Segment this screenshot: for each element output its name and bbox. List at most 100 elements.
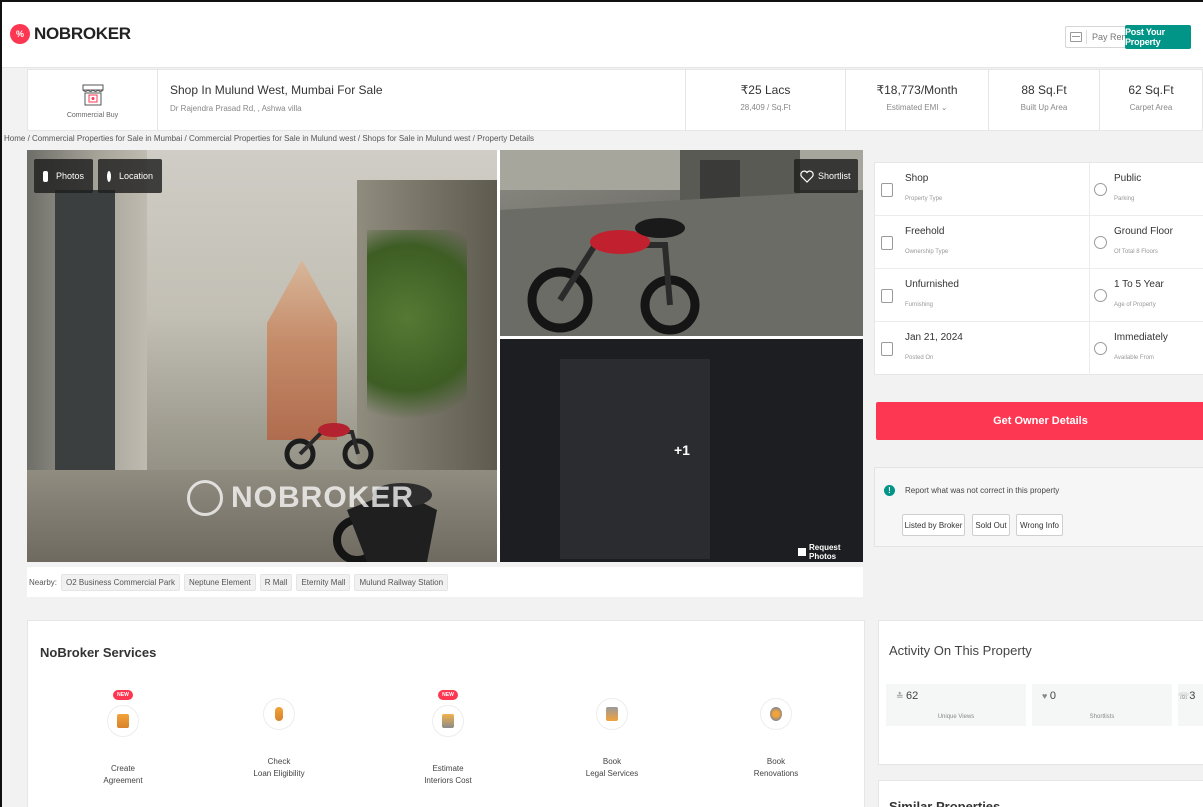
photos-button[interactable]: Photos [34,159,93,193]
similar-properties-section: Similar Properties [878,780,1203,807]
service-line1: Book [602,757,622,766]
photo-scene [560,359,710,559]
image-icon [798,548,806,556]
property-title: Shop In Mulund West, Mumbai For Sale [170,83,383,97]
report-listed-by-broker-button[interactable]: Listed by Broker [902,514,965,536]
detail-available-from: Immediately Available From [1090,322,1203,375]
detail-ownership: Freehold Ownership Type [875,216,1090,269]
watermark-logo-icon [187,480,223,516]
property-header: Commercial Buy Shop In Mulund West, Mumb… [27,69,1203,131]
new-badge: NEW [113,690,133,700]
detail-key: Of Total 8 Floors [1114,249,1158,255]
detail-posted-on: Jan 21, 2024 Posted On [875,322,1090,375]
property-address: Dr Rajendra Prasad Rd, , Ashwa villa [170,104,302,113]
watermark: NOBROKER [187,480,414,516]
contacts-value: ☏3 [1178,690,1195,702]
service-create-agreement[interactable]: NEW Create Agreement [68,683,178,785]
price-per-sqft: 28,409 / Sq.Ft [740,103,791,112]
service-legal-services[interactable]: Book Legal Services [557,683,667,778]
photo-thumbnail[interactable]: Shortlist [500,150,863,336]
price-cell: ₹25 Lacs 28,409 / Sq.Ft [686,70,846,130]
service-line2: Legal Services [585,769,639,778]
detail-key: Property Type [905,196,943,202]
contact-icon: ☏ [1178,691,1190,701]
shortlists-label: Shortlists [1089,714,1115,720]
nearby-chip[interactable]: Neptune Element [183,573,256,591]
emi-value: ₹18,773/Month [876,83,958,97]
detail-floor: Ground Floor Of Total 8 Floors [1090,216,1203,269]
agreement-icon [107,705,139,737]
contacts-count: 3 [1189,690,1196,702]
calendar-icon [1094,342,1107,355]
pay-rent-label: Pay Rent [1092,32,1130,42]
request-photos-button[interactable]: Request Photos [798,543,863,561]
activity-section: Activity On This Property ≛ 62 Unique Vi… [878,620,1203,765]
logo[interactable]: % NOBROKER [10,24,131,44]
detail-property-type: Shop Property Type [875,163,1090,216]
detail-value: Immediately [1114,332,1168,343]
nearby-chip[interactable]: R Mall [259,573,293,591]
report-box: ! Report what was not correct in this pr… [874,467,1203,547]
built-up-cell: 88 Sq.Ft Built Up Area [989,70,1100,130]
activity-title: Activity On This Property [889,643,1032,658]
get-owner-details-button[interactable]: Get Owner Details [876,402,1203,440]
logo-text: NOBROKER [34,24,131,43]
divider [1086,30,1087,44]
detail-key: Parking [1114,196,1135,202]
service-line1: Check [267,757,291,766]
nearby-chip[interactable]: Mulund Railway Station [354,573,449,591]
post-property-button[interactable]: Post Your Property [1125,25,1191,49]
nearby-chip[interactable]: Eternity Mall [296,573,351,591]
nearby-chip[interactable]: O2 Business Commercial Park [61,573,180,591]
price-value: ₹25 Lacs [740,83,791,97]
heart-icon [800,170,814,183]
service-renovations[interactable]: Book Renovations [721,683,831,778]
detail-value: Freehold [905,226,945,237]
watermark-text: NOBROKER [231,481,415,514]
emi-label: Estimated EMI ⌄ [886,103,948,112]
built-up-value: 88 Sq.Ft [1021,83,1067,97]
property-details-panel: Shop Property Type Public Parking Freeho… [874,162,1203,375]
services-title: NoBroker Services [40,645,157,660]
location-button[interactable]: Location [98,159,162,193]
legal-icon [596,698,628,730]
floor-icon [1094,236,1107,249]
detail-value: Ground Floor [1114,226,1173,237]
main-photo[interactable]: NOBROKER Photos Location [27,150,497,562]
ownership-icon [881,236,893,250]
shortlists-value: ♥ 0 [1042,690,1056,702]
unique-views-label: Unique Views [937,714,975,720]
detail-key: Posted On [905,355,934,361]
service-loan-eligibility[interactable]: Check Loan Eligibility [224,683,334,778]
emi-cell[interactable]: ₹18,773/Month Estimated EMI ⌄ [846,70,989,130]
property-type-label: Commercial Buy [66,111,119,119]
more-photos-count: +1 [674,442,690,458]
detail-age: 1 To 5 Year Age of Property [1090,269,1203,322]
age-icon [1094,289,1107,302]
detail-value: Public [1114,173,1142,184]
service-interiors-cost[interactable]: NEW Estimate Interiors Cost [393,683,503,785]
furnishing-icon [881,289,893,303]
report-sold-out-button[interactable]: Sold Out [972,514,1010,536]
nearby-label: Nearby: [29,577,58,587]
detail-key: Ownership Type [905,249,949,255]
carpet-cell: 62 Sq.Ft Carpet Area [1100,70,1203,130]
top-nav: % NOBROKER Pay Rent Post Your Property [2,2,1203,68]
breadcrumb[interactable]: Home / Commercial Properties for Sale in… [4,134,534,143]
photo-door [55,190,115,490]
shortlist-button[interactable]: Shortlist [794,159,858,193]
location-label: Location [118,171,153,181]
service-line2: Renovations [753,769,799,778]
shortlist-label: Shortlist [818,171,851,181]
parking-icon [1094,183,1107,196]
photo-tree [367,230,467,450]
carpet-value: 62 Sq.Ft [1128,83,1174,97]
service-line1: Create [110,764,135,773]
badge-spacer [557,683,667,694]
report-wrong-info-button[interactable]: Wrong Info [1016,514,1063,536]
shortlists-count: 0 [1049,690,1056,702]
photo-more[interactable]: +1 Request Photos [500,339,863,562]
heart-icon: ♥ [1042,691,1050,701]
badge-spacer [721,683,831,694]
contacts-card: ☏3 [1178,684,1203,726]
